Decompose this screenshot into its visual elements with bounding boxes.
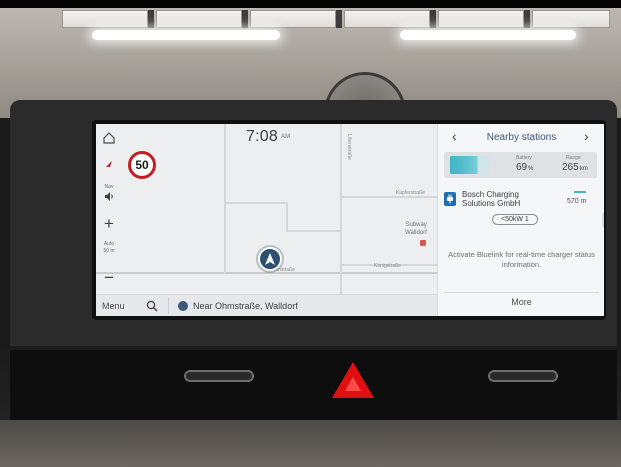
station-name: Bosch Charging Solutions GmbH [462, 190, 521, 208]
location-icon [178, 301, 188, 311]
bluelink-message: Activate Bluelink for real-time charger … [448, 250, 595, 269]
garage-window [532, 10, 610, 28]
map-control-bar: Nav + Auto 50 m − [96, 124, 122, 294]
range-unit: km [579, 166, 588, 172]
home-button[interactable] [99, 130, 119, 146]
poi-label[interactable]: Subway Walldorf [405, 221, 427, 237]
speed-limit-sign: 50 [128, 151, 156, 179]
switch-panel [10, 350, 617, 420]
garage-window [250, 10, 336, 28]
zoom-mode-label: Auto [103, 241, 115, 247]
window-post [336, 10, 342, 28]
next-page-button[interactable]: › [584, 128, 589, 144]
battery-value: 69% [516, 162, 533, 173]
panel-title: Nearby stations [486, 132, 557, 143]
battery-unit: % [528, 166, 534, 172]
garage-window [62, 10, 148, 28]
window-post [430, 10, 436, 28]
road-label: Kupferstraße [396, 190, 425, 196]
car-arrow-icon [258, 247, 282, 271]
divider [168, 298, 169, 314]
map-road [96, 272, 437, 274]
battery-label: Battery [516, 155, 532, 161]
speaker-icon [105, 191, 113, 201]
road-label: Lilienstraße [345, 134, 352, 160]
photo-top-edge [0, 0, 621, 8]
clock-time: 7:08 [246, 128, 278, 145]
garage-window [156, 10, 242, 28]
air-vent[interactable] [488, 370, 558, 382]
vehicle-status-box: Battery 69% Range 265km [444, 152, 597, 178]
map-view[interactable]: Kupferstraße Ohmstraße Königstraße Lilie… [96, 124, 437, 294]
clock-ampm: AM [280, 133, 291, 140]
range-label: Range [566, 155, 581, 161]
photo-scene: Kupferstraße Ohmstraße Königstraße Lilie… [0, 0, 621, 467]
station-distance: 570 m [567, 198, 587, 205]
compass-button[interactable] [99, 156, 119, 172]
current-location-text[interactable]: Near Ohmstraße, Walldorf [193, 301, 298, 311]
zoom-out-button[interactable]: − [99, 268, 119, 286]
station-list-item[interactable]: Bosch Charging Solutions GmbH 570 m <50k… [444, 188, 599, 228]
window-post [148, 10, 154, 28]
garage-window [344, 10, 430, 28]
floor [0, 420, 621, 467]
clock: 7:08 AM [246, 128, 290, 146]
map-road [340, 124, 342, 294]
nearby-stations-panel: ‹ Nearby stations › Battery 69% Range 26… [437, 124, 604, 316]
restaurant-icon[interactable] [420, 240, 426, 246]
poi-name: Subway [405, 222, 427, 228]
infotainment-screen: Kupferstraße Ohmstraße Königstraße Lilie… [96, 124, 604, 316]
zoom-in-button[interactable]: + [99, 214, 119, 232]
hazard-icon-inner [345, 377, 361, 391]
air-vent[interactable] [184, 370, 254, 382]
ceiling-lamp [400, 30, 576, 40]
range-value: 265km [562, 162, 588, 173]
home-icon [103, 132, 115, 144]
map-road [286, 202, 288, 232]
compass-icon [106, 161, 112, 167]
availability-bar [574, 191, 586, 193]
map-road [342, 196, 437, 198]
more-button[interactable]: More [444, 292, 599, 310]
poi-city: Walldorf [405, 230, 427, 236]
window-post [524, 10, 530, 28]
plug-icon [444, 192, 456, 206]
garage-window [438, 10, 524, 28]
search-button[interactable] [144, 299, 160, 313]
battery-level-graphic [450, 156, 490, 174]
map-road [224, 124, 226, 274]
ceiling-lamp [92, 30, 280, 40]
nav-volume-button[interactable] [99, 190, 119, 202]
menu-button[interactable]: Menu [102, 301, 125, 311]
range-number: 265 [562, 162, 579, 173]
battery-number: 69 [516, 162, 528, 173]
panel-header: ‹ Nearby stations › [438, 124, 604, 150]
window-post [242, 10, 248, 28]
map-bottom-bar: Menu Near Ohmstraße, Walldorf [96, 294, 437, 316]
search-icon [146, 300, 158, 312]
map-road [226, 202, 288, 204]
power-badge: <50kW 1 [492, 214, 538, 225]
map-road [286, 230, 342, 232]
road-label: Königstraße [374, 263, 401, 269]
panel-edge-tab[interactable] [602, 212, 604, 228]
zoom-scale-label: 50 m [103, 248, 115, 254]
